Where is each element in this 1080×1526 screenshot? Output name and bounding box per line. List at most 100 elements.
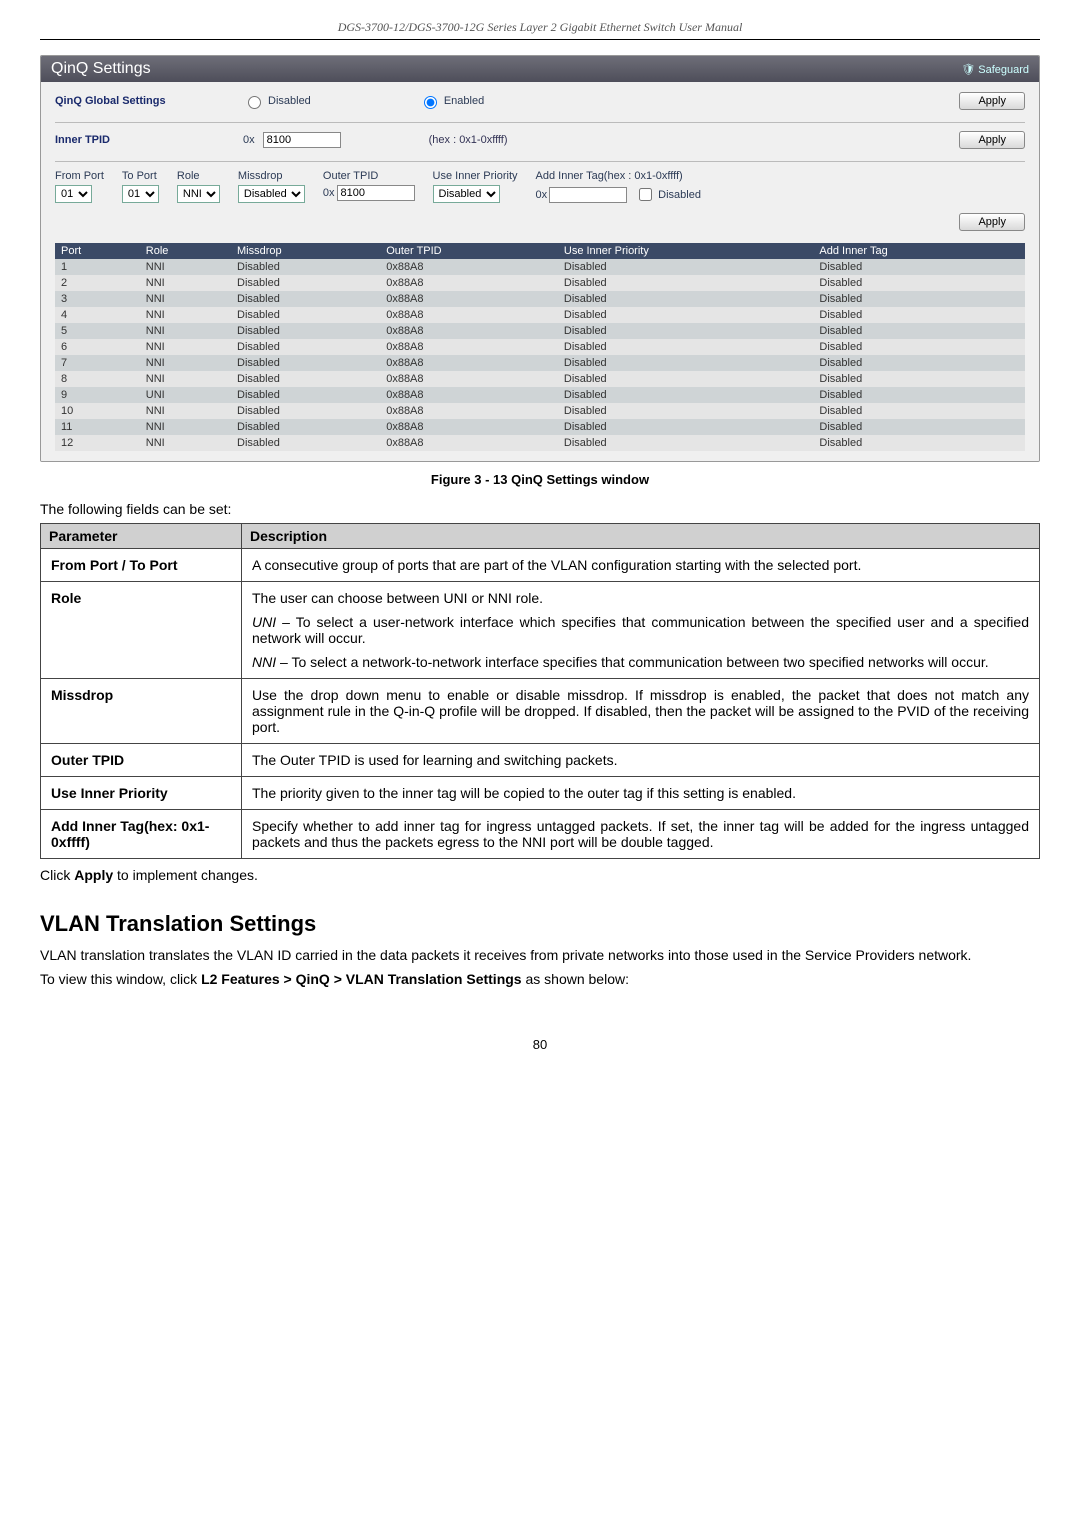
table-cell: Disabled xyxy=(558,419,814,435)
table-cell: Disabled xyxy=(558,355,814,371)
hex-note: (hex : 0x1-0xffff) xyxy=(429,134,508,146)
global-settings-row: QinQ Global Settings Disabled Enabled Ap… xyxy=(55,92,1025,110)
table-cell: Disabled xyxy=(558,259,814,275)
missdrop-select[interactable]: Disabled xyxy=(238,185,305,203)
add-inner-label: Add Inner Tag(hex : 0x1-0xffff) xyxy=(536,170,1025,182)
from-port-select[interactable]: 01 xyxy=(55,185,92,203)
qinq-panel: QinQ Settings 🛡 Safeguard QinQ Global Se… xyxy=(40,55,1040,462)
from-port-col: From Port 01 xyxy=(55,170,104,203)
table-cell: 0x88A8 xyxy=(380,435,558,451)
table-cell: Disabled xyxy=(558,435,814,451)
table-row: 9UNIDisabled0x88A8DisabledDisabled xyxy=(55,387,1025,403)
table-cell: Disabled xyxy=(558,275,814,291)
k-miss: Missdrop xyxy=(41,679,242,744)
table-cell: NNI xyxy=(140,435,231,451)
table-cell: NNI xyxy=(140,259,231,275)
table-cell: Disabled xyxy=(231,275,380,291)
table-cell: 0x88A8 xyxy=(380,419,558,435)
table-cell: Disabled xyxy=(813,371,1025,387)
role-nni: NNI – To select a network-to-network int… xyxy=(252,654,1029,670)
role-label: Role xyxy=(177,170,220,182)
section-p2-pre: To view this window, click xyxy=(40,971,201,987)
add-inner-col: Add Inner Tag(hex : 0x1-0xffff) 0x Disab… xyxy=(536,170,1025,231)
role-nni-val: – To select a network-to-network interfa… xyxy=(276,654,989,670)
table-row: 4NNIDisabled0x88A8DisabledDisabled xyxy=(55,307,1025,323)
apply-global-button[interactable]: Apply xyxy=(959,92,1025,110)
section-p1: VLAN translation translates the VLAN ID … xyxy=(40,947,1040,963)
global-disabled-radio[interactable]: Disabled xyxy=(243,93,311,109)
table-cell: Disabled xyxy=(558,371,814,387)
row-outer: Outer TPID The Outer TPID is used for le… xyxy=(41,744,1040,777)
v-use: The priority given to the inner tag will… xyxy=(242,777,1040,810)
k-role: Role xyxy=(41,582,242,679)
table-cell: 0x88A8 xyxy=(380,371,558,387)
table-cell: Disabled xyxy=(558,307,814,323)
role-nni-key: NNI xyxy=(252,654,276,670)
table-cell: 4 xyxy=(55,307,140,323)
v-miss: Use the drop down menu to enable or disa… xyxy=(242,679,1040,744)
header-rule xyxy=(40,39,1040,40)
table-cell: 2 xyxy=(55,275,140,291)
table-cell: Disabled xyxy=(558,403,814,419)
inner-tpid-input[interactable] xyxy=(263,132,341,148)
k-add: Add Inner Tag(hex: 0x1-0xffff) xyxy=(41,810,242,859)
role-uni: UNI – To select a user-network interface… xyxy=(252,614,1029,646)
row-add: Add Inner Tag(hex: 0x1-0xffff) Specify w… xyxy=(41,810,1040,859)
table-cell: 0x88A8 xyxy=(380,291,558,307)
th-description: Description xyxy=(242,524,1040,549)
click-apply-line: Click Apply to implement changes. xyxy=(40,867,1040,883)
radio-disabled[interactable] xyxy=(248,96,261,109)
safeguard-badge: 🛡 Safeguard xyxy=(961,63,1029,76)
outer-tpid-input[interactable] xyxy=(337,185,415,201)
add-inner-input[interactable] xyxy=(549,187,627,203)
table-cell: 12 xyxy=(55,435,140,451)
missdrop-label: Missdrop xyxy=(238,170,305,182)
panel-title-text: QinQ Settings xyxy=(51,60,151,78)
radio-enabled[interactable] xyxy=(424,96,437,109)
table-row: 3NNIDisabled0x88A8DisabledDisabled xyxy=(55,291,1025,307)
section-p2: To view this window, click L2 Features >… xyxy=(40,971,1040,987)
page-number: 80 xyxy=(40,1037,1040,1052)
outer-tpid-label: Outer TPID xyxy=(323,170,415,182)
table-cell: 7 xyxy=(55,355,140,371)
table-cell: NNI xyxy=(140,323,231,339)
k-fromto: From Port / To Port xyxy=(41,549,242,582)
add-inner-checkbox[interactable] xyxy=(639,188,652,201)
to-port-select[interactable]: 01 xyxy=(122,185,159,203)
v-outer: The Outer TPID is used for learning and … xyxy=(242,744,1040,777)
table-row: 2NNIDisabled0x88A8DisabledDisabled xyxy=(55,275,1025,291)
table-cell: Disabled xyxy=(558,291,814,307)
apply-port-config-button[interactable]: Apply xyxy=(959,213,1025,231)
global-enabled-radio[interactable]: Enabled xyxy=(419,93,484,109)
table-cell: Disabled xyxy=(813,259,1025,275)
v-fromto: A consecutive group of ports that are pa… xyxy=(242,549,1040,582)
table-cell: 0x88A8 xyxy=(380,355,558,371)
table-cell: 0x88A8 xyxy=(380,323,558,339)
table-cell: Disabled xyxy=(231,259,380,275)
role-uni-key: UNI xyxy=(252,614,276,630)
th-outer: Outer TPID xyxy=(380,243,558,259)
panel-body: QinQ Global Settings Disabled Enabled Ap… xyxy=(41,82,1039,461)
table-cell: 0x88A8 xyxy=(380,339,558,355)
use-inner-select[interactable]: Disabled xyxy=(433,185,500,203)
table-cell: 1 xyxy=(55,259,140,275)
row-fromto: From Port / To Port A consecutive group … xyxy=(41,549,1040,582)
add-inner-disabled-check[interactable]: Disabled xyxy=(635,185,701,204)
k-use: Use Inner Priority xyxy=(41,777,242,810)
use-inner-col: Use Inner Priority Disabled xyxy=(433,170,518,203)
table-cell: 0x88A8 xyxy=(380,403,558,419)
table-cell: Disabled xyxy=(813,403,1025,419)
apply-tpid-button[interactable]: Apply xyxy=(959,131,1025,149)
th-missdrop: Missdrop xyxy=(231,243,380,259)
table-cell: NNI xyxy=(140,275,231,291)
table-cell: Disabled xyxy=(813,435,1025,451)
table-cell: 10 xyxy=(55,403,140,419)
th-use: Use Inner Priority xyxy=(558,243,814,259)
row-use: Use Inner Priority The priority given to… xyxy=(41,777,1040,810)
table-cell: Disabled xyxy=(813,339,1025,355)
table-row: 10NNIDisabled0x88A8DisabledDisabled xyxy=(55,403,1025,419)
table-row: 7NNIDisabled0x88A8DisabledDisabled xyxy=(55,355,1025,371)
add-inner-prefix: 0x xyxy=(536,189,548,201)
role-select[interactable]: NNI xyxy=(177,185,220,203)
table-cell: Disabled xyxy=(813,387,1025,403)
